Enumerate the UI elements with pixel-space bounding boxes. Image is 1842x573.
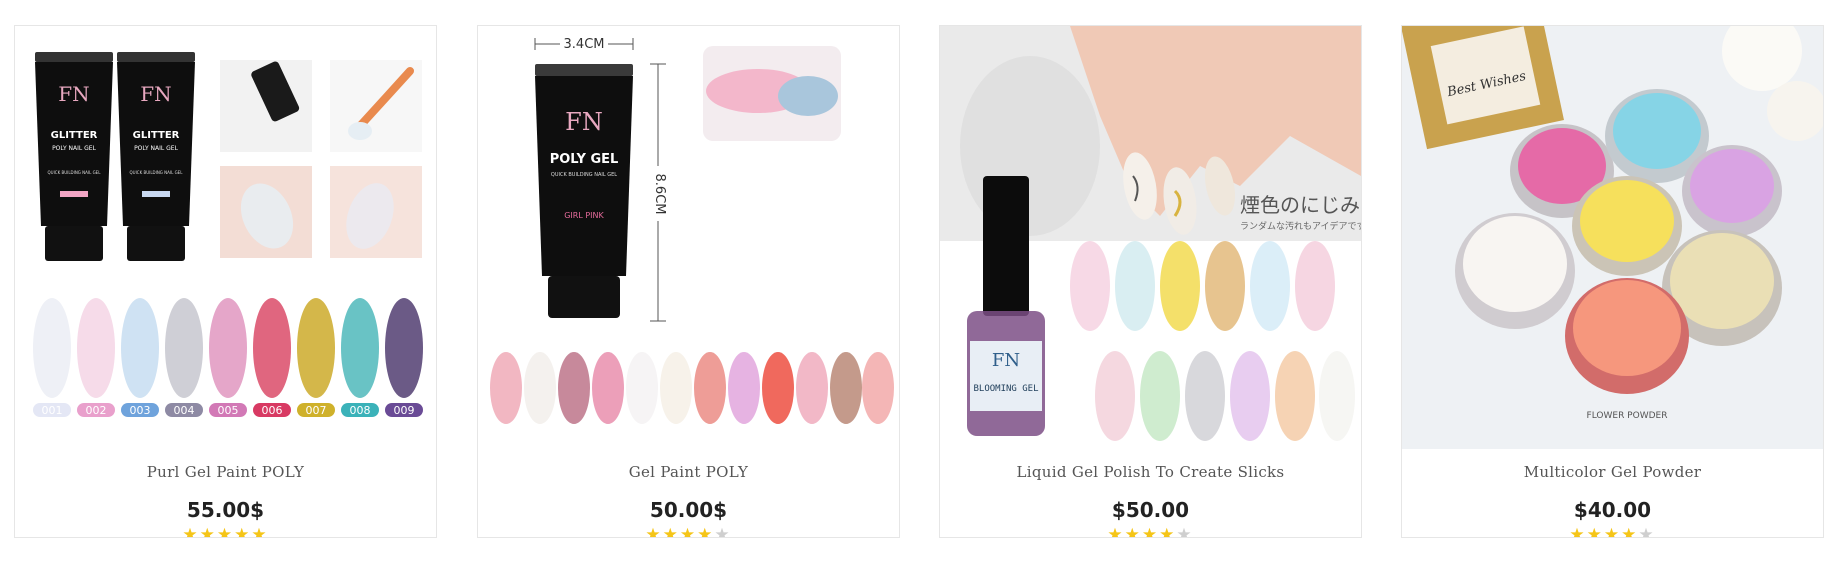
star-icon: ★ [234, 525, 252, 538]
product-card[interactable]: 煙色のにじみ ランダムな汚れもアイデアです FN BLOOMING GEL Li… [939, 25, 1362, 538]
svg-text:008: 008 [350, 404, 371, 417]
svg-text:POLY NAIL GEL: POLY NAIL GEL [134, 145, 179, 152]
product-image-gel-powder: Best Wishes FLOWER POWDER [1402, 26, 1823, 449]
svg-text:QUICK BUILDING NAIL GEL: QUICK BUILDING NAIL GEL [48, 170, 102, 175]
nail-swatch [77, 298, 115, 398]
product-title[interactable]: Multicolor Gel Powder [1402, 463, 1823, 481]
product-image-glitter-poly-gel: FN GLITTER POLY NAIL GEL QUICK BUILDING … [15, 26, 436, 449]
star-icon: ★ [697, 525, 715, 538]
star-icon: ★ [1621, 525, 1639, 538]
star-icon: ★ [714, 525, 732, 538]
nail-swatch [297, 298, 335, 398]
svg-text:8.6CM: 8.6CM [652, 174, 667, 215]
svg-text:3.4CM: 3.4CM [564, 37, 605, 52]
svg-text:GLITTER: GLITTER [51, 130, 98, 141]
svg-text:QUICK BUILDING NAIL GEL: QUICK BUILDING NAIL GEL [551, 172, 617, 178]
product-image[interactable]: FN GLITTER POLY NAIL GEL QUICK BUILDING … [15, 26, 436, 449]
product-image-blooming-gel: 煙色のにじみ ランダムな汚れもアイデアです FN BLOOMING GEL [940, 26, 1361, 449]
nail-swatch [253, 298, 291, 398]
svg-text:GIRL PINK: GIRL PINK [564, 211, 604, 220]
product-card[interactable]: 3.4CM 8.6CM FN POLY GEL QUICK BUILDING N… [477, 25, 900, 538]
svg-text:005: 005 [218, 404, 239, 417]
svg-text:FN: FN [58, 82, 89, 106]
svg-text:煙色のにじみ: 煙色のにじみ [1240, 193, 1360, 217]
nail-swatch [165, 298, 203, 398]
star-icon: ★ [251, 525, 269, 538]
star-icon: ★ [679, 525, 698, 538]
star-icon: ★ [662, 525, 680, 538]
product-price: 55.00$ [186, 498, 265, 522]
product-grid: FN GLITTER POLY NAIL GEL QUICK BUILDING … [0, 0, 1842, 573]
svg-text:GLITTER: GLITTER [133, 130, 180, 141]
star-icon: ★ [1141, 525, 1160, 538]
product-image[interactable]: Best Wishes FLOWER POWDER [1402, 26, 1823, 449]
star-icon: ★ [182, 525, 200, 538]
svg-text:004: 004 [174, 404, 195, 417]
product-title[interactable]: Liquid Gel Polish To Create Slicks [940, 463, 1361, 481]
star-icon: ★ [1124, 525, 1142, 538]
star-icon: ★ [1107, 525, 1125, 538]
svg-text:002: 002 [86, 404, 107, 417]
product-price: $50.00 [1111, 498, 1190, 522]
star-icon: ★ [645, 525, 663, 538]
rating-stars: ★★★★★ [1402, 525, 1823, 538]
svg-text:ランダムな汚れもアイデアです: ランダムな汚れもアイデアです [1240, 220, 1361, 232]
product-card[interactable]: Best Wishes FLOWER POWDER Multicolor Gel… [1401, 25, 1824, 538]
star-icon: ★ [1176, 525, 1194, 538]
product-title[interactable]: Gel Paint POLY [478, 463, 899, 481]
svg-text:007: 007 [306, 404, 327, 417]
nail-swatch [33, 298, 71, 398]
product-image-poly-gel: 3.4CM 8.6CM FN POLY GEL QUICK BUILDING N… [478, 26, 899, 449]
product-title[interactable]: Purl Gel Paint POLY [15, 463, 436, 481]
svg-text:BLOOMING GEL: BLOOMING GEL [973, 384, 1038, 394]
product-price: 50.00$ [649, 498, 728, 522]
product-image[interactable]: 煙色のにじみ ランダムな汚れもアイデアです FN BLOOMING GEL [940, 26, 1361, 449]
nail-swatch [341, 298, 379, 398]
svg-text:POLY NAIL GEL: POLY NAIL GEL [52, 145, 97, 152]
svg-text:006: 006 [262, 404, 283, 417]
nail-swatch [121, 298, 159, 398]
svg-text:FN: FN [992, 350, 1020, 371]
rating-stars: ★★★★★ [15, 525, 436, 538]
star-icon: ★ [216, 525, 235, 538]
star-icon: ★ [1569, 525, 1587, 538]
product-price: $40.00 [1573, 498, 1652, 522]
svg-text:003: 003 [130, 404, 151, 417]
svg-text:001: 001 [42, 404, 63, 417]
product-image[interactable]: 3.4CM 8.6CM FN POLY GEL QUICK BUILDING N… [478, 26, 899, 449]
rating-stars: ★★★★★ [940, 525, 1361, 538]
nail-swatch [385, 298, 423, 398]
svg-text:009: 009 [394, 404, 415, 417]
rating-stars: ★★★★★ [478, 525, 899, 538]
nail-swatch [209, 298, 247, 398]
star-icon: ★ [1159, 525, 1177, 538]
product-card[interactable]: FN GLITTER POLY NAIL GEL QUICK BUILDING … [14, 25, 437, 538]
star-icon: ★ [1638, 525, 1656, 538]
star-icon: ★ [199, 525, 217, 538]
star-icon: ★ [1586, 525, 1604, 538]
svg-text:FN: FN [565, 108, 603, 136]
star-icon: ★ [1603, 525, 1622, 538]
svg-text:FLOWER POWDER: FLOWER POWDER [1587, 411, 1668, 421]
svg-text:FN: FN [140, 82, 171, 106]
svg-text:QUICK BUILDING NAIL GEL: QUICK BUILDING NAIL GEL [130, 170, 184, 175]
svg-text:POLY GEL: POLY GEL [550, 152, 619, 167]
